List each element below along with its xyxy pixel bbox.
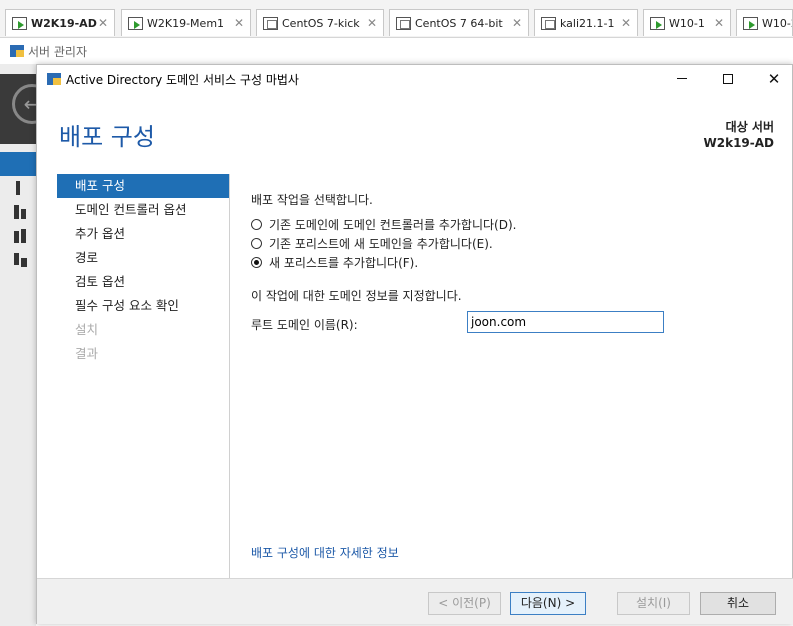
- maximize-button[interactable]: [705, 65, 751, 93]
- target-server-label: 대상 서버: [725, 120, 774, 134]
- vm-tab-w2k19-ad[interactable]: W2K19-AD ✕: [5, 9, 115, 36]
- root-domain-label: 루트 도메인 이름(R):: [251, 318, 358, 332]
- radio-button[interactable]: [251, 238, 262, 249]
- vm-running-icon: [743, 16, 758, 30]
- specify-domain-info: 이 작업에 대한 도메인 정보를 지정합니다.: [251, 289, 462, 303]
- wizard-content: 배포 작업을 선택합니다. 기존 도메인에 도메인 컨트롤러를 추가합니다(D)…: [229, 174, 769, 579]
- vm-running-icon: [12, 16, 27, 30]
- close-icon[interactable]: ✕: [512, 16, 522, 30]
- select-operation-prompt: 배포 작업을 선택합니다.: [251, 193, 373, 207]
- vm-tab-centos7-kick[interactable]: CentOS 7-kick ✕: [256, 9, 384, 36]
- step-review-options[interactable]: 검토 옵션: [57, 270, 229, 294]
- server-manager-icon: [10, 45, 24, 57]
- close-icon[interactable]: ✕: [98, 16, 108, 30]
- all-servers-icon[interactable]: [14, 205, 30, 219]
- more-info-link[interactable]: 배포 구성에 대한 자세한 정보: [251, 544, 399, 561]
- minimize-button[interactable]: [659, 65, 705, 93]
- vm-tab-label: CentOS 7-kick: [282, 16, 360, 30]
- wizard-steps: 배포 구성 도메인 컨트롤러 옵션 추가 옵션 경로 검토 옵션 필수 구성 요…: [57, 174, 229, 366]
- close-button[interactable]: ✕: [751, 65, 793, 93]
- vm-tab-label: kali21.1-1: [560, 16, 615, 30]
- close-icon[interactable]: ✕: [621, 16, 631, 30]
- radio-button-selected[interactable]: [251, 257, 262, 268]
- option-add-dc-to-existing-domain[interactable]: 기존 도메인에 도메인 컨트롤러를 추가합니다(D).: [251, 216, 516, 233]
- step-paths[interactable]: 경로: [57, 246, 229, 270]
- step-additional-options[interactable]: 추가 옵션: [57, 222, 229, 246]
- vm-tab-label: W10-1: [669, 16, 705, 30]
- target-server: 대상 서버 W2k19-AD: [704, 119, 775, 151]
- step-prereq-check[interactable]: 필수 구성 요소 확인: [57, 294, 229, 318]
- maximize-icon: [723, 73, 733, 84]
- vm-tab-strip: W2K19-AD ✕ W2K19-Mem1 ✕ CentOS 7-kick ✕ …: [0, 0, 793, 38]
- wizard-footer: < 이전(P) 다음(N) > 설치(I) 취소: [37, 578, 793, 624]
- cancel-button[interactable]: 취소: [700, 592, 776, 615]
- target-server-name: W2k19-AD: [703, 136, 775, 150]
- dashboard-nav-item[interactable]: [0, 152, 36, 176]
- close-icon[interactable]: ✕: [367, 16, 377, 30]
- server-manager-title: 서버 관리자: [28, 44, 88, 59]
- vm-off-icon: [541, 16, 556, 30]
- radio-button[interactable]: [251, 219, 262, 230]
- step-dc-options[interactable]: 도메인 컨트롤러 옵션: [57, 198, 229, 222]
- server-manager-icon: [47, 73, 61, 85]
- vm-tab-label: W2K19-Mem1: [147, 16, 225, 30]
- option-label: 기존 도메인에 도메인 컨트롤러를 추가합니다(D).: [269, 218, 517, 232]
- close-icon[interactable]: ✕: [714, 16, 724, 30]
- ad-ds-icon[interactable]: [14, 229, 30, 243]
- step-install: 설치: [75, 322, 99, 337]
- local-server-icon[interactable]: [14, 181, 30, 195]
- vm-tab-label: W2K19-AD: [31, 16, 97, 30]
- close-icon[interactable]: ✕: [234, 16, 244, 30]
- option-label: 새 포리스트를 추가합니다(F).: [269, 256, 419, 270]
- minimize-icon: [677, 78, 687, 79]
- server-manager-sidebar: ←: [0, 64, 52, 626]
- vm-off-icon: [263, 16, 278, 30]
- option-add-new-forest[interactable]: 새 포리스트를 추가합니다(F).: [251, 254, 418, 271]
- page-title: 배포 구성: [59, 123, 155, 151]
- step-results: 결과: [75, 346, 99, 361]
- step-deployment-config[interactable]: 배포 구성: [57, 174, 229, 198]
- dns-icon[interactable]: [14, 253, 30, 267]
- root-domain-input[interactable]: joon.com: [467, 311, 664, 333]
- vm-tab-label: W10-2: [762, 16, 792, 30]
- close-icon: ✕: [767, 70, 781, 88]
- vm-off-icon: [396, 16, 411, 30]
- ad-ds-config-wizard: Active Directory 도메인 서비스 구성 마법사 ✕ 배포 구성 …: [36, 64, 793, 624]
- window-title: Active Directory 도메인 서비스 구성 마법사: [66, 72, 299, 87]
- vm-tab-w2k19-mem1[interactable]: W2K19-Mem1 ✕: [121, 9, 251, 36]
- vm-running-icon: [650, 16, 665, 30]
- server-manager-titlebar: 서버 관리자: [0, 38, 793, 64]
- vm-tab-label: CentOS 7 64-bit: [415, 16, 503, 30]
- option-label: 기존 포리스트에 새 도메인을 추가합니다(E).: [269, 237, 493, 251]
- previous-button[interactable]: < 이전(P): [428, 592, 501, 615]
- vm-tab-w10-1[interactable]: W10-1 ✕: [643, 9, 731, 36]
- option-add-domain-to-existing-forest[interactable]: 기존 포리스트에 새 도메인을 추가합니다(E).: [251, 235, 493, 252]
- vm-tab-w10-2[interactable]: W10-2: [736, 9, 793, 36]
- vm-running-icon: [128, 16, 143, 30]
- vm-tab-kali[interactable]: kali21.1-1 ✕: [534, 9, 638, 36]
- next-button[interactable]: 다음(N) >: [510, 592, 586, 615]
- install-button[interactable]: 설치(I): [617, 592, 690, 615]
- vm-tab-centos7-64bit[interactable]: CentOS 7 64-bit ✕: [389, 9, 529, 36]
